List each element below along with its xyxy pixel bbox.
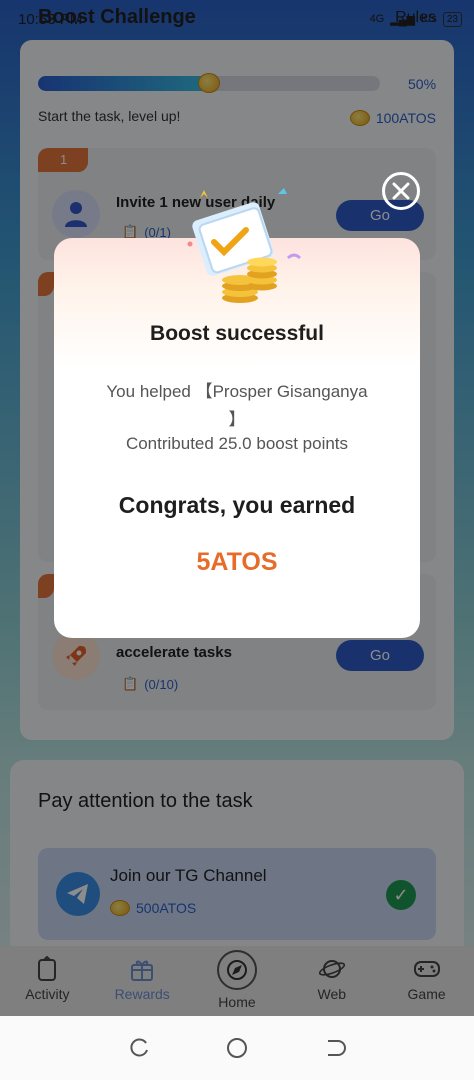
recent-apps-icon[interactable] bbox=[128, 1037, 150, 1059]
system-navigation-bar bbox=[0, 1016, 474, 1080]
celebration-illustration bbox=[187, 188, 302, 303]
close-icon bbox=[392, 182, 410, 200]
close-button[interactable] bbox=[382, 172, 420, 210]
modal-congrats-text: Congrats, you earned bbox=[118, 492, 356, 518]
modal-helped-text: You helped 【Prosper Gisanganya 】 bbox=[106, 382, 368, 429]
back-icon[interactable] bbox=[324, 1037, 347, 1059]
home-button-icon[interactable] bbox=[225, 1036, 249, 1060]
modal-contributed-text: Contributed 25.0 boost points bbox=[125, 434, 349, 453]
modal-earned-amount: 5ATOS bbox=[196, 548, 278, 576]
modal-title: Boost successful bbox=[150, 322, 324, 345]
